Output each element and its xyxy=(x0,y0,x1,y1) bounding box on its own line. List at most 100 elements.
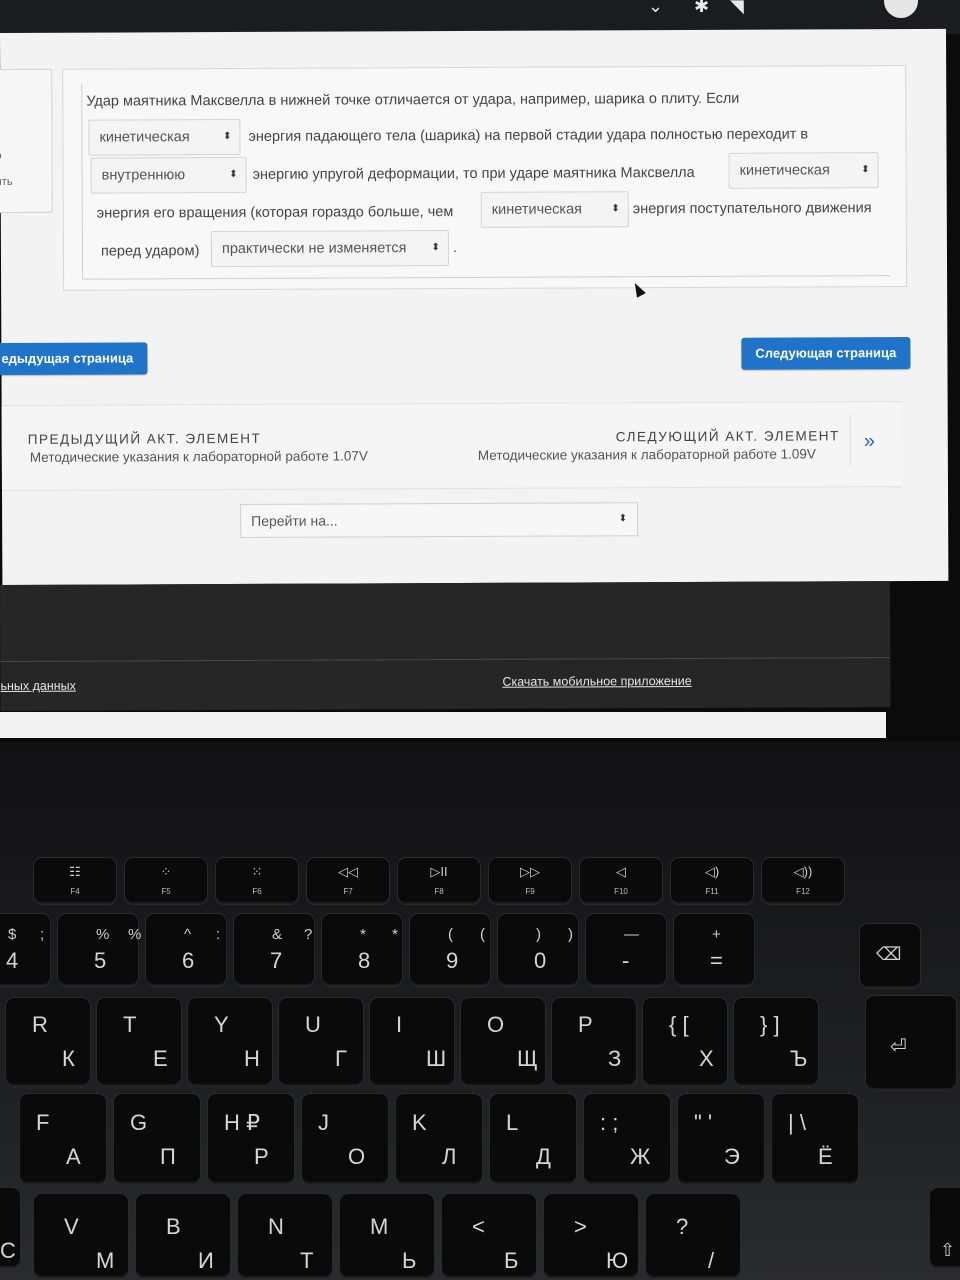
letter-key-4[interactable]: IШ xyxy=(370,998,454,1086)
letter-key-1[interactable]: TЕ xyxy=(97,998,181,1086)
function-key-f8[interactable]: ▷II F8 xyxy=(398,858,480,904)
number-key-4[interactable]: * 8 * xyxy=(322,914,402,986)
gear-icon[interactable]: ✱ xyxy=(694,0,709,17)
answer-dropdown-1[interactable]: кинетическая ⬍ xyxy=(88,118,241,156)
letter-key-6[interactable]: PЗ xyxy=(552,998,636,1086)
letter-key-8[interactable]: } ] Ъ xyxy=(734,998,818,1086)
key-letter-ru: Т xyxy=(300,1248,314,1273)
letter-key-a5[interactable]: LД xyxy=(490,1094,576,1184)
number-key-2[interactable]: ^ 6: xyxy=(146,914,226,986)
key-letter-en: R xyxy=(32,1012,48,1037)
letter-key-2[interactable]: YН xyxy=(188,998,272,1086)
letter-key-0[interactable]: RК xyxy=(6,998,90,1086)
key-letter-en: : ; xyxy=(600,1110,619,1135)
key-c-partial[interactable]: С xyxy=(0,1188,20,1268)
key-letter-ru: Н xyxy=(244,1046,260,1071)
backspace-key[interactable]: ⌫ xyxy=(860,924,920,988)
letter-key-a6[interactable]: : ; Ж xyxy=(584,1094,670,1184)
key-letter-en: U xyxy=(305,1012,321,1037)
number-key-5[interactable]: (9 ( xyxy=(410,914,490,986)
function-key-f5[interactable]: ⁘ F5 xyxy=(125,858,207,904)
answer-dropdown-5[interactable]: практически не изменяется ⬍ xyxy=(210,230,450,268)
key-number: 0 xyxy=(534,948,547,973)
chat-icon[interactable]: ◥ xyxy=(730,0,744,17)
function-key-f10[interactable]: ◁ F10 xyxy=(580,858,662,904)
question-info-panel: і о ить xyxy=(0,68,53,214)
page-footer: ьных данных Скачать мобильное приложение xyxy=(0,581,891,711)
jump-to-placeholder: Перейти на... xyxy=(251,512,338,529)
function-key-icon: ▷II xyxy=(430,864,448,879)
key-letter-en: V xyxy=(64,1214,79,1239)
number-key-7[interactable]: — - xyxy=(586,914,666,986)
letter-key-z6[interactable]: ? / xyxy=(646,1194,740,1278)
info-fragment: о xyxy=(0,150,2,162)
function-key-f6[interactable]: ⁙ F6 xyxy=(216,858,298,904)
letter-key-5[interactable]: OЩ xyxy=(461,998,545,1086)
answer-dropdown-4[interactable]: кинетическая ⬍ xyxy=(480,191,629,228)
function-key-f7[interactable]: ◁◁ F7 xyxy=(307,858,389,904)
letter-key-z4[interactable]: < Б xyxy=(442,1194,536,1278)
answer-dropdown-2[interactable]: внутреннюю ⬍ xyxy=(90,156,247,194)
letter-key-a2[interactable]: H ₽ Р xyxy=(208,1094,294,1184)
letter-key-a7[interactable]: " ' Э xyxy=(678,1094,764,1184)
key-letter-ru: Ь xyxy=(402,1248,417,1273)
avatar[interactable] xyxy=(884,0,918,18)
flag-question-link[interactable]: ить xyxy=(0,176,13,188)
function-key-icon: ⁙ xyxy=(251,864,263,879)
letter-key-z2[interactable]: NТ xyxy=(238,1194,332,1278)
return-key[interactable]: ⏎ xyxy=(866,996,956,1090)
key-letter-ru: Л xyxy=(442,1144,457,1169)
function-key-f9[interactable]: ▷▷ F9 xyxy=(489,858,571,904)
dropdown-arrow-icon: ⬍ xyxy=(223,130,232,143)
key-ru-symbol: ; xyxy=(40,926,45,943)
previous-page-button[interactable]: едыдущая страница xyxy=(0,342,148,376)
number-key-6[interactable]: ) 0) xyxy=(498,914,578,986)
function-key-label: F4 xyxy=(70,887,80,896)
key-letter-en: K xyxy=(412,1110,427,1135)
next-activity-arrow-icon[interactable]: » xyxy=(864,430,875,453)
letter-key-a4[interactable]: KЛ xyxy=(396,1094,482,1184)
data-policy-link[interactable]: ьных данных xyxy=(0,679,75,693)
number-key-8[interactable]: + = xyxy=(674,914,754,986)
download-mobile-app-link[interactable]: Скачать мобильное приложение xyxy=(502,674,691,689)
letter-key-3[interactable]: UГ xyxy=(279,998,363,1086)
prev-activity-link[interactable]: Методические указания к лабораторной раб… xyxy=(30,448,368,464)
question-line: . xyxy=(452,240,458,257)
bell-icon[interactable]: ⌄ xyxy=(648,0,663,17)
key-letter-ru: С xyxy=(0,1238,16,1263)
key-letter-ru: Ш xyxy=(426,1046,447,1071)
key-number: = xyxy=(710,948,723,973)
letter-key-7[interactable]: { [Х xyxy=(643,998,727,1086)
next-activity-link[interactable]: Методические указания к лабораторной раб… xyxy=(478,446,816,462)
function-key-f12[interactable]: ◁)) F12 xyxy=(762,858,844,904)
letter-key-z5[interactable]: > Ю xyxy=(544,1194,638,1278)
number-key-0[interactable]: $4; xyxy=(0,914,50,986)
letter-key-a3[interactable]: JО xyxy=(302,1094,388,1184)
function-key-f11[interactable]: ◁) F11 xyxy=(671,858,753,904)
function-key-icon: ◁)) xyxy=(793,864,813,879)
key-letter-ru: Ю xyxy=(606,1248,629,1273)
letter-key-z0[interactable]: VМ xyxy=(34,1194,128,1278)
dropdown-value: кинетическая xyxy=(99,129,190,146)
next-page-button[interactable]: Следующая страница xyxy=(741,337,911,370)
question-line: энергия падающего тела (шарика) на перво… xyxy=(248,126,809,145)
key-ru-symbol: ? xyxy=(304,926,313,943)
letter-key-z3[interactable]: MЬ xyxy=(340,1194,434,1278)
key-letter-ru: З xyxy=(608,1046,622,1071)
dropdown-value: кинетическая xyxy=(739,162,830,179)
jump-to-select[interactable]: Перейти на... ⬍ xyxy=(240,502,639,538)
key-number: 7 xyxy=(270,948,283,973)
key-letter-ru: М xyxy=(96,1248,115,1273)
key-letter-ru: Р xyxy=(254,1144,269,1169)
number-key-1[interactable]: % 5% xyxy=(58,914,141,986)
function-key-icon: ⁘ xyxy=(160,864,172,879)
letter-key-z1[interactable]: BИ xyxy=(136,1194,230,1278)
letter-key-a0[interactable]: FА xyxy=(20,1094,106,1184)
shift-key[interactable]: ⇧ xyxy=(930,1188,960,1268)
function-key-icon: ◁ xyxy=(616,864,626,879)
function-key-f4[interactable]: ☷ F4 xyxy=(34,858,116,904)
letter-key-a1[interactable]: GП xyxy=(114,1094,200,1184)
number-key-3[interactable]: & 7? xyxy=(234,914,314,986)
letter-key-a8[interactable]: | \ Ё xyxy=(772,1094,858,1184)
answer-dropdown-3[interactable]: кинетическая ⬍ xyxy=(728,152,879,189)
